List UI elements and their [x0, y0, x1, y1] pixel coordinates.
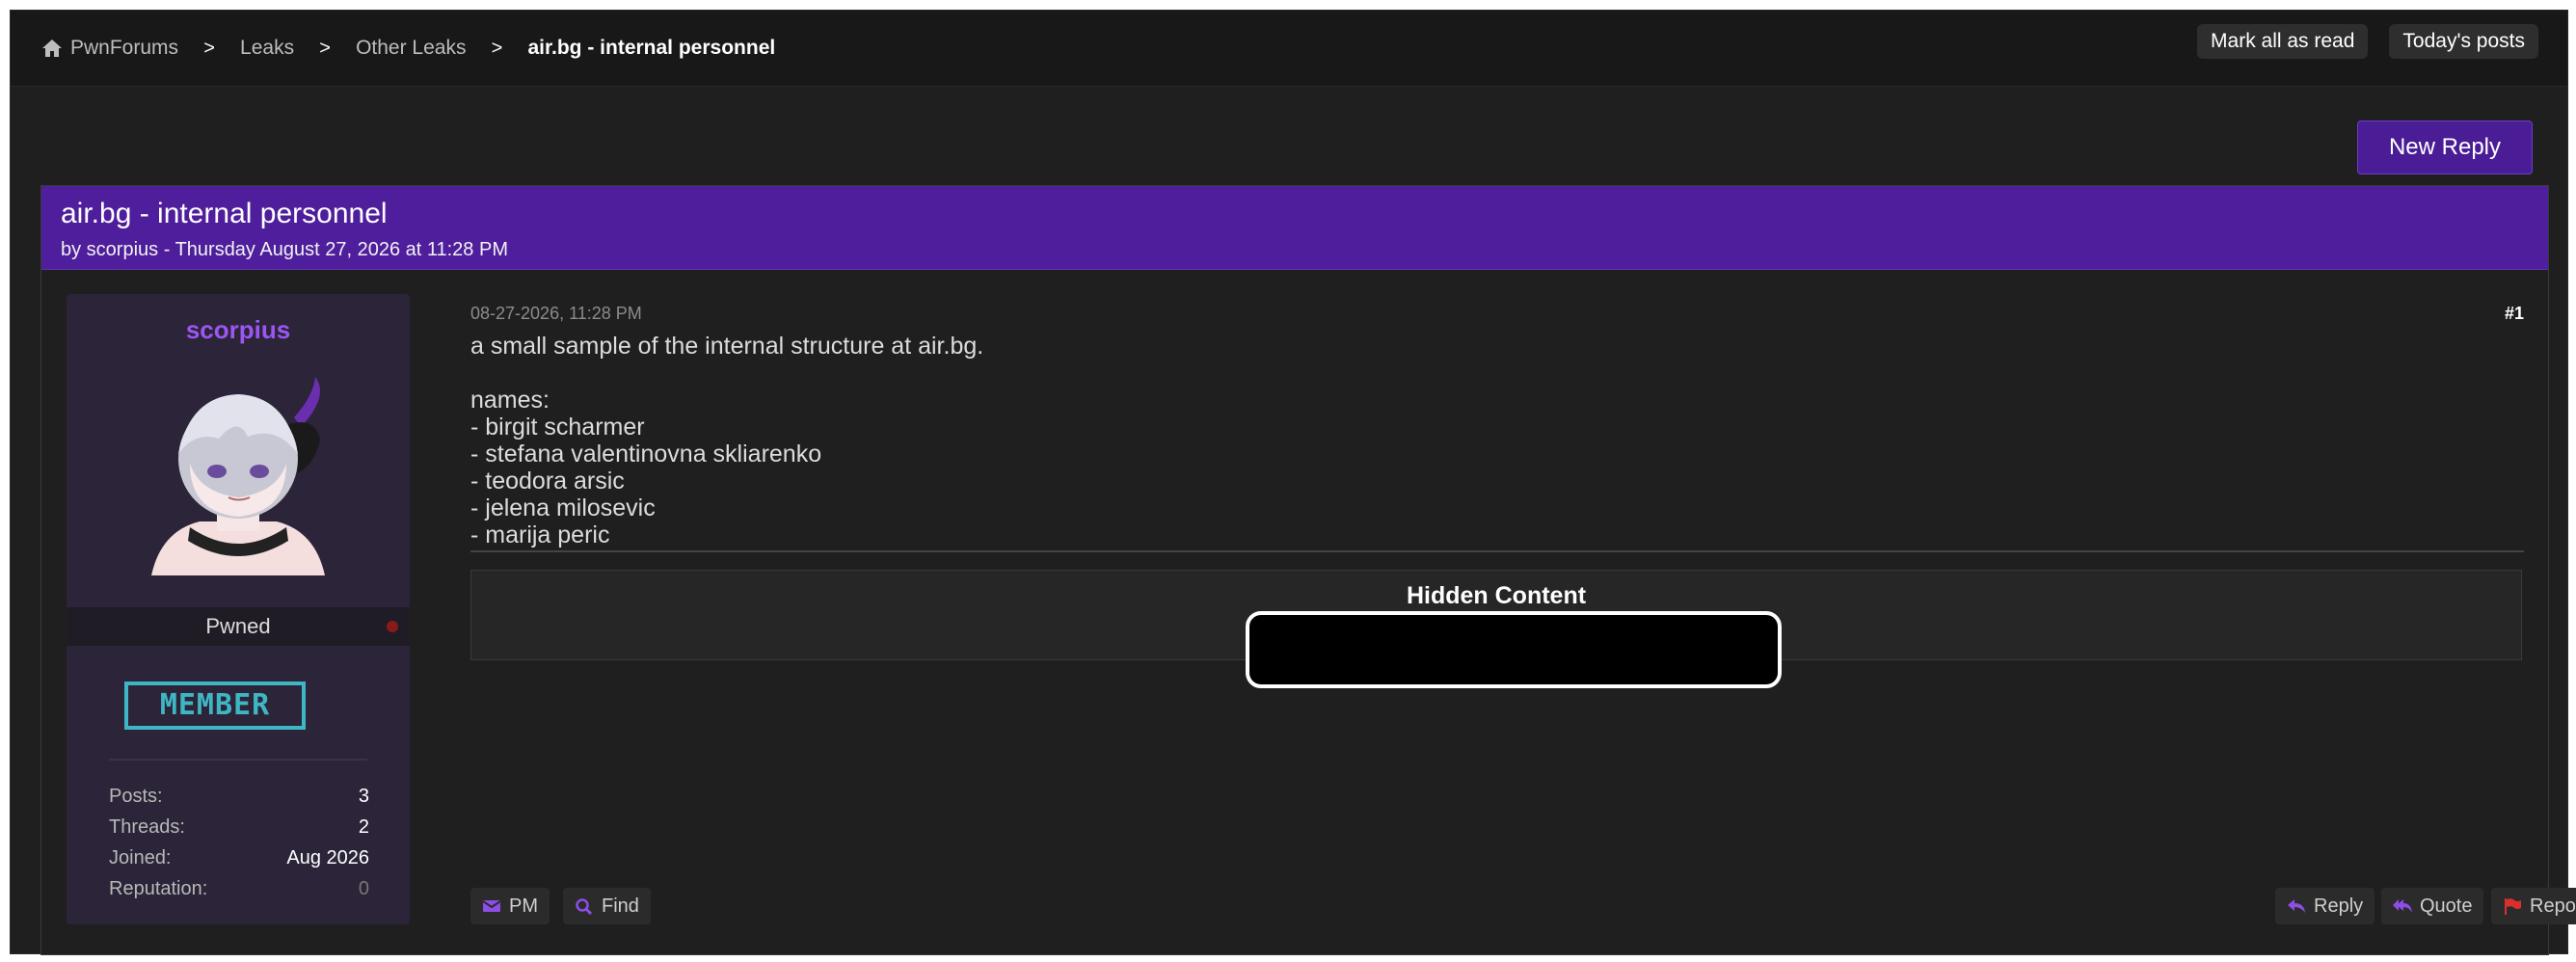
online-status: Pwned [67, 607, 410, 646]
post-date: 08-27-2026, 11:28 PM [470, 304, 642, 323]
stat-threads: Threads: 2 [109, 812, 369, 842]
quote-label: Quote [2420, 895, 2473, 917]
search-icon [576, 898, 593, 915]
new-reply-button[interactable]: New Reply [2357, 120, 2533, 174]
report-label: Report [2530, 895, 2576, 917]
author-stats: Posts: 3 Threads: 2 Joined: Aug 2026 Rep… [109, 781, 369, 904]
post-line: - jelena milosevic [470, 494, 656, 521]
stat-joined: Joined: Aug 2026 [109, 842, 369, 873]
home-icon [41, 39, 63, 58]
mark-all-read-button[interactable]: Mark all as read [2197, 24, 2369, 59]
stat-label: Posts: [109, 786, 163, 807]
author-username[interactable]: scorpius [67, 315, 410, 345]
flag-icon [2505, 898, 2521, 915]
post-line-blank [470, 360, 983, 387]
thread-header: air.bg - internal personnel by scorpius … [41, 186, 2548, 270]
hidden-content-title: Hidden Content [1406, 582, 1587, 609]
post-number[interactable]: #1 [2505, 304, 2524, 324]
quote-button[interactable]: Quote [2381, 888, 2484, 924]
post-actions: PM Find Reply Quote Report [470, 888, 2576, 924]
todays-posts-button[interactable]: Today's posts [2389, 24, 2538, 59]
breadcrumb-other-leaks[interactable]: Other Leaks [356, 37, 466, 60]
post-line: names: [470, 387, 550, 414]
stat-value: 3 [358, 786, 369, 807]
offline-indicator-icon [387, 621, 398, 632]
reply-icon [2288, 899, 2305, 913]
member-badge: MEMBER [124, 681, 306, 730]
post-line: a small sample of the internal structure… [470, 333, 984, 360]
reply-all-icon [2393, 899, 2412, 913]
top-navigation-bar: PwnForums > Leaks > Other Leaks > air.bg… [11, 11, 2567, 87]
redacted-area [1246, 611, 1782, 688]
breadcrumb-separator: > [491, 37, 503, 59]
stat-reputation: Reputation: 0 [109, 873, 369, 904]
post-line: - marija peric [470, 521, 610, 548]
thread-title: air.bg - internal personnel [61, 198, 388, 229]
breadcrumb-home[interactable]: PwnForums [41, 37, 178, 60]
stat-label: Reputation: [109, 878, 208, 899]
breadcrumb-leaks[interactable]: Leaks [240, 37, 294, 60]
divider [109, 759, 367, 761]
thread-container: air.bg - internal personnel by scorpius … [40, 185, 2576, 955]
stat-label: Joined: [109, 847, 172, 868]
stat-posts: Posts: 3 [109, 781, 369, 812]
post: 08-27-2026, 11:28 PM #1 a small sample o… [470, 294, 2576, 930]
report-button[interactable]: Report [2491, 888, 2576, 924]
breadcrumb-separator: > [319, 37, 331, 59]
post-divider [470, 550, 2524, 552]
user-title: Pwned [205, 614, 271, 638]
reply-label: Reply [2314, 895, 2364, 917]
post-line: - stefana valentinovna skliarenko [470, 441, 822, 468]
breadcrumb-separator: > [203, 37, 215, 59]
breadcrumb-home-label: PwnForums [70, 37, 179, 59]
envelope-icon [482, 900, 501, 912]
post-line: - birgit scharmer [470, 414, 645, 441]
stat-label: Threads: [109, 816, 185, 838]
breadcrumb-current-thread: air.bg - internal personnel [527, 37, 776, 59]
stat-value: Aug 2026 [286, 847, 369, 868]
reply-button[interactable]: Reply [2275, 888, 2375, 924]
thread-subtitle: by scorpius - Thursday August 27, 2026 a… [61, 239, 508, 260]
stat-value[interactable]: 0 [359, 873, 369, 904]
top-actions: Mark all as read Today's posts [2197, 24, 2538, 59]
post-line: - teodora arsic [470, 468, 625, 494]
breadcrumb: PwnForums > Leaks > Other Leaks > air.bg… [41, 11, 775, 86]
author-panel: scorpius Pwned MEMBER Posts: 3 Threads: … [67, 294, 410, 924]
pm-button[interactable]: PM [470, 888, 550, 924]
avatar[interactable] [132, 358, 344, 575]
post-body: a small sample of the internal structure… [470, 333, 983, 548]
find-button[interactable]: Find [563, 888, 651, 924]
forum-page: PwnForums > Leaks > Other Leaks > air.bg… [10, 10, 2576, 955]
find-label: Find [602, 895, 639, 917]
stat-value: 2 [358, 816, 369, 838]
pm-label: PM [509, 895, 538, 917]
